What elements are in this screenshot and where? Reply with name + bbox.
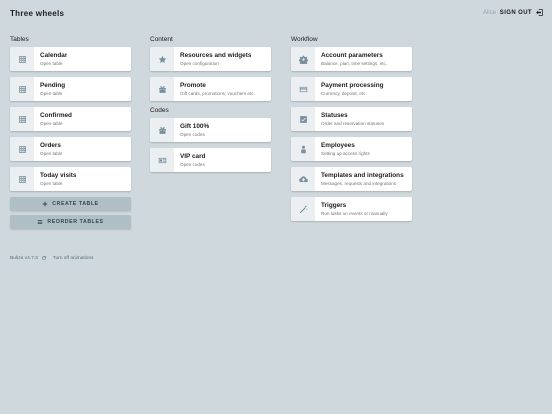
tables-section-title: Tables xyxy=(10,36,29,43)
card-title: Promote xyxy=(180,82,206,89)
codes-card-gift-100[interactable]: Gift 100% Open codes xyxy=(150,118,271,142)
codes-card-vip-card[interactable]: VIP card Open codes xyxy=(150,148,271,172)
card-title: Today visits xyxy=(40,172,77,179)
card-subtitle: Order and reservation statuses xyxy=(321,121,385,126)
workflow-card-statuses[interactable]: Statuses Order and reservation statuses xyxy=(291,107,412,131)
card-title: Pending xyxy=(40,82,66,89)
sign-out-button[interactable]: SIGN OUT xyxy=(500,8,544,17)
workflow-section-title: Workflow xyxy=(291,36,318,43)
app-title: Three wheels xyxy=(10,9,65,18)
credit-card-icon xyxy=(299,86,307,92)
card-title: Employees xyxy=(321,142,355,149)
sign-out-label: SIGN OUT xyxy=(499,9,532,16)
checkbox-icon xyxy=(299,115,307,123)
table-grid-icon xyxy=(18,175,26,183)
card-subtitle: Open table xyxy=(40,151,63,156)
workflow-column: Workflow Account parameters Balance, pla… xyxy=(291,36,413,227)
reorder-tables-label: REORDER TABLES xyxy=(47,219,104,225)
card-subtitle: Open table xyxy=(40,121,63,126)
content-card-resources-widgets[interactable]: Resources and widgets Open configuration xyxy=(150,47,271,71)
content-section-title: Content xyxy=(150,36,173,43)
card-subtitle: Open codes xyxy=(180,162,205,167)
card-title: Confirmed xyxy=(40,112,72,119)
card-title: VIP card xyxy=(180,153,206,160)
card-title: Templates and integrations xyxy=(321,172,404,179)
footer: Bukza v4.7.3 Turn off animations xyxy=(10,255,94,261)
card-subtitle: Open table xyxy=(40,91,63,96)
workflow-card-templates-integrations[interactable]: Templates and integrations Messages, req… xyxy=(291,167,412,191)
create-table-button[interactable]: CREATE TABLE xyxy=(10,197,131,211)
reorder-lines-icon xyxy=(38,220,43,224)
card-title: Orders xyxy=(40,142,61,149)
tables-column: Tables Calendar Open table Pending Open … xyxy=(10,36,132,233)
gift-icon xyxy=(158,85,166,93)
current-user-name: Alice xyxy=(482,10,496,16)
card-subtitle: Open table xyxy=(40,181,63,186)
refresh-icon[interactable] xyxy=(41,255,47,261)
turn-off-animations-link[interactable]: Turn off animations xyxy=(53,256,94,261)
table-grid-icon xyxy=(18,115,26,123)
card-subtitle: Currency, deposit, etc. xyxy=(321,91,367,96)
content-card-promote[interactable]: Promote Gift cards, promotions, vouchers… xyxy=(150,77,271,101)
app-header: Three wheels Alice SIGN OUT xyxy=(0,0,552,28)
card-title: Statuses xyxy=(321,112,348,119)
table-card-today-visits[interactable]: Today visits Open table xyxy=(10,167,131,191)
card-subtitle: Open table xyxy=(40,61,63,66)
card-title: Account parameters xyxy=(321,52,383,59)
gift-icon xyxy=(158,126,166,134)
plus-icon xyxy=(43,201,48,207)
card-title: Calendar xyxy=(40,52,68,59)
table-grid-icon xyxy=(18,145,26,153)
card-subtitle: Balance, plan, time settings, etc. xyxy=(321,61,388,66)
card-subtitle: Run tasks on events or manually xyxy=(321,211,388,216)
star-icon xyxy=(158,55,166,63)
version-text: Bukza v4.7.3 xyxy=(10,255,38,261)
magic-wand-icon xyxy=(299,204,308,213)
cloud-upload-icon xyxy=(298,175,308,182)
card-subtitle: Open configuration xyxy=(180,61,219,66)
card-title: Payment processing xyxy=(321,82,384,89)
card-subtitle: Messages, requests and integrations xyxy=(321,181,397,186)
card-title: Resources and widgets xyxy=(180,52,252,59)
content-column: Content Resources and widgets Open confi… xyxy=(150,36,272,178)
card-title: Triggers xyxy=(321,202,347,209)
create-table-label: CREATE TABLE xyxy=(52,201,99,207)
workflow-card-triggers[interactable]: Triggers Run tasks on events or manually xyxy=(291,197,412,221)
workflow-card-employees[interactable]: Employees Setting up access rights xyxy=(291,137,412,161)
table-grid-icon xyxy=(18,55,26,63)
reorder-tables-button[interactable]: REORDER TABLES xyxy=(10,215,131,229)
card-subtitle: Gift cards, promotions, vouchers etc. xyxy=(180,91,255,96)
id-card-icon xyxy=(158,157,166,163)
table-grid-icon xyxy=(18,85,26,93)
sign-out-icon xyxy=(536,9,543,16)
codes-section-title: Codes xyxy=(150,107,169,114)
card-subtitle: Setting up access rights xyxy=(321,151,370,156)
table-card-calendar[interactable]: Calendar Open table xyxy=(10,47,131,71)
table-card-confirmed[interactable]: Confirmed Open table xyxy=(10,107,131,131)
person-icon xyxy=(300,145,306,153)
table-card-pending[interactable]: Pending Open table xyxy=(10,77,131,101)
workflow-card-payment-processing[interactable]: Payment processing Currency, deposit, et… xyxy=(291,77,412,101)
table-card-orders[interactable]: Orders Open table xyxy=(10,137,131,161)
workflow-card-account-parameters[interactable]: Account parameters Balance, plan, time s… xyxy=(291,47,412,71)
card-subtitle: Open codes xyxy=(180,132,205,137)
card-title: Gift 100% xyxy=(180,123,210,130)
gear-icon xyxy=(298,55,308,64)
